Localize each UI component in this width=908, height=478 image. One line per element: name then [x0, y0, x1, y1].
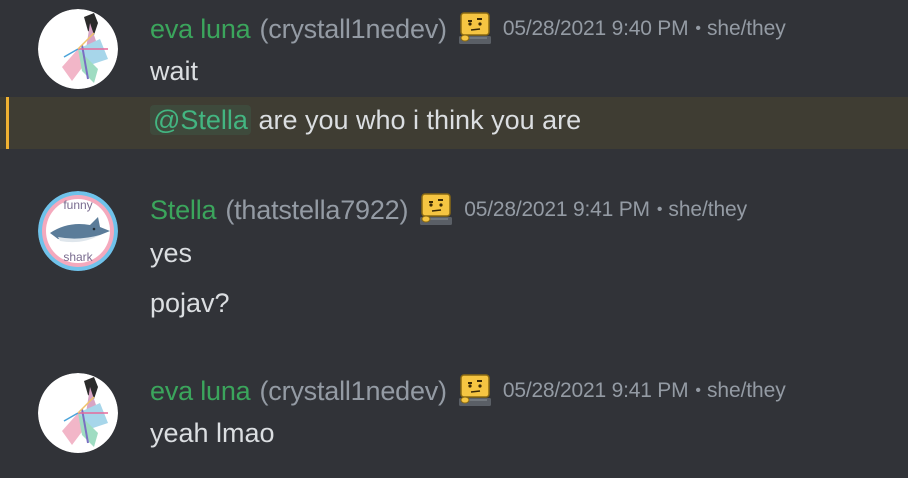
- thinking-computer-emoji-icon: [457, 374, 493, 408]
- avatar-stella[interactable]: funny shark: [38, 191, 118, 271]
- separator-dot: •: [656, 201, 663, 218]
- chat-message-list: eva luna (crystall1nedev) 05/28/2021 9:4…: [0, 0, 908, 478]
- author-pronouns: she/they: [668, 198, 748, 221]
- message-group-eva-2: eva luna (crystall1nedev) 05/28/2021 9:4…: [0, 362, 908, 478]
- avatar-eva-luna-image: [38, 373, 118, 453]
- message-text: wait: [150, 56, 199, 86]
- author-display-name[interactable]: eva luna: [150, 376, 251, 407]
- message-header: eva luna (crystall1nedev) 05/28/2021 9:4…: [150, 374, 786, 408]
- avatar-eva-luna[interactable]: [38, 9, 118, 89]
- avatar-stella-text-bottom: shark: [63, 250, 93, 264]
- mention-highlight-row: @Stella are you who i think you are: [0, 97, 908, 149]
- thinking-computer-emoji-icon: [457, 12, 493, 46]
- separator-dot: •: [695, 20, 702, 37]
- message-group-stella: funny shark Stella (thatstella7922) 05/2…: [0, 180, 908, 330]
- mention-highlight-bar: [6, 97, 9, 149]
- author-pronouns: she/they: [707, 17, 786, 40]
- mention-line-text: are you who i think you are: [250, 105, 582, 135]
- thinking-computer-emoji-icon: [418, 193, 454, 227]
- message-header: Stella (thatstella7922) 05/28/2021 9:41 …: [150, 193, 747, 227]
- author-username[interactable]: (crystall1nedev): [259, 14, 447, 45]
- message-text: pojav?: [150, 288, 230, 318]
- message-timestamp[interactable]: 05/28/2021 9:41 PM: [503, 379, 689, 403]
- author-display-name[interactable]: Stella: [150, 195, 217, 226]
- user-mention[interactable]: @Stella: [150, 105, 251, 135]
- message-text-mention: @Stella are you who i think you are: [150, 105, 581, 136]
- message-timestamp[interactable]: 05/28/2021 9:40 PM: [503, 17, 689, 41]
- author-username[interactable]: (thatstella7922): [225, 195, 408, 226]
- message-timestamp[interactable]: 05/28/2021 9:41 PM: [464, 198, 650, 222]
- avatar-eva-luna-image: [38, 9, 118, 89]
- author-username[interactable]: (crystall1nedev): [259, 376, 447, 407]
- message-text: yeah lmao: [150, 418, 275, 448]
- avatar-stella-text-top: funny: [63, 198, 93, 212]
- author-pronouns: she/they: [707, 379, 786, 402]
- author-display-name[interactable]: eva luna: [150, 14, 251, 45]
- message-text: yes: [150, 238, 193, 268]
- avatar-eva-luna[interactable]: [38, 373, 118, 453]
- message-header: eva luna (crystall1nedev) 05/28/2021 9:4…: [150, 12, 786, 46]
- separator-dot: •: [695, 382, 702, 399]
